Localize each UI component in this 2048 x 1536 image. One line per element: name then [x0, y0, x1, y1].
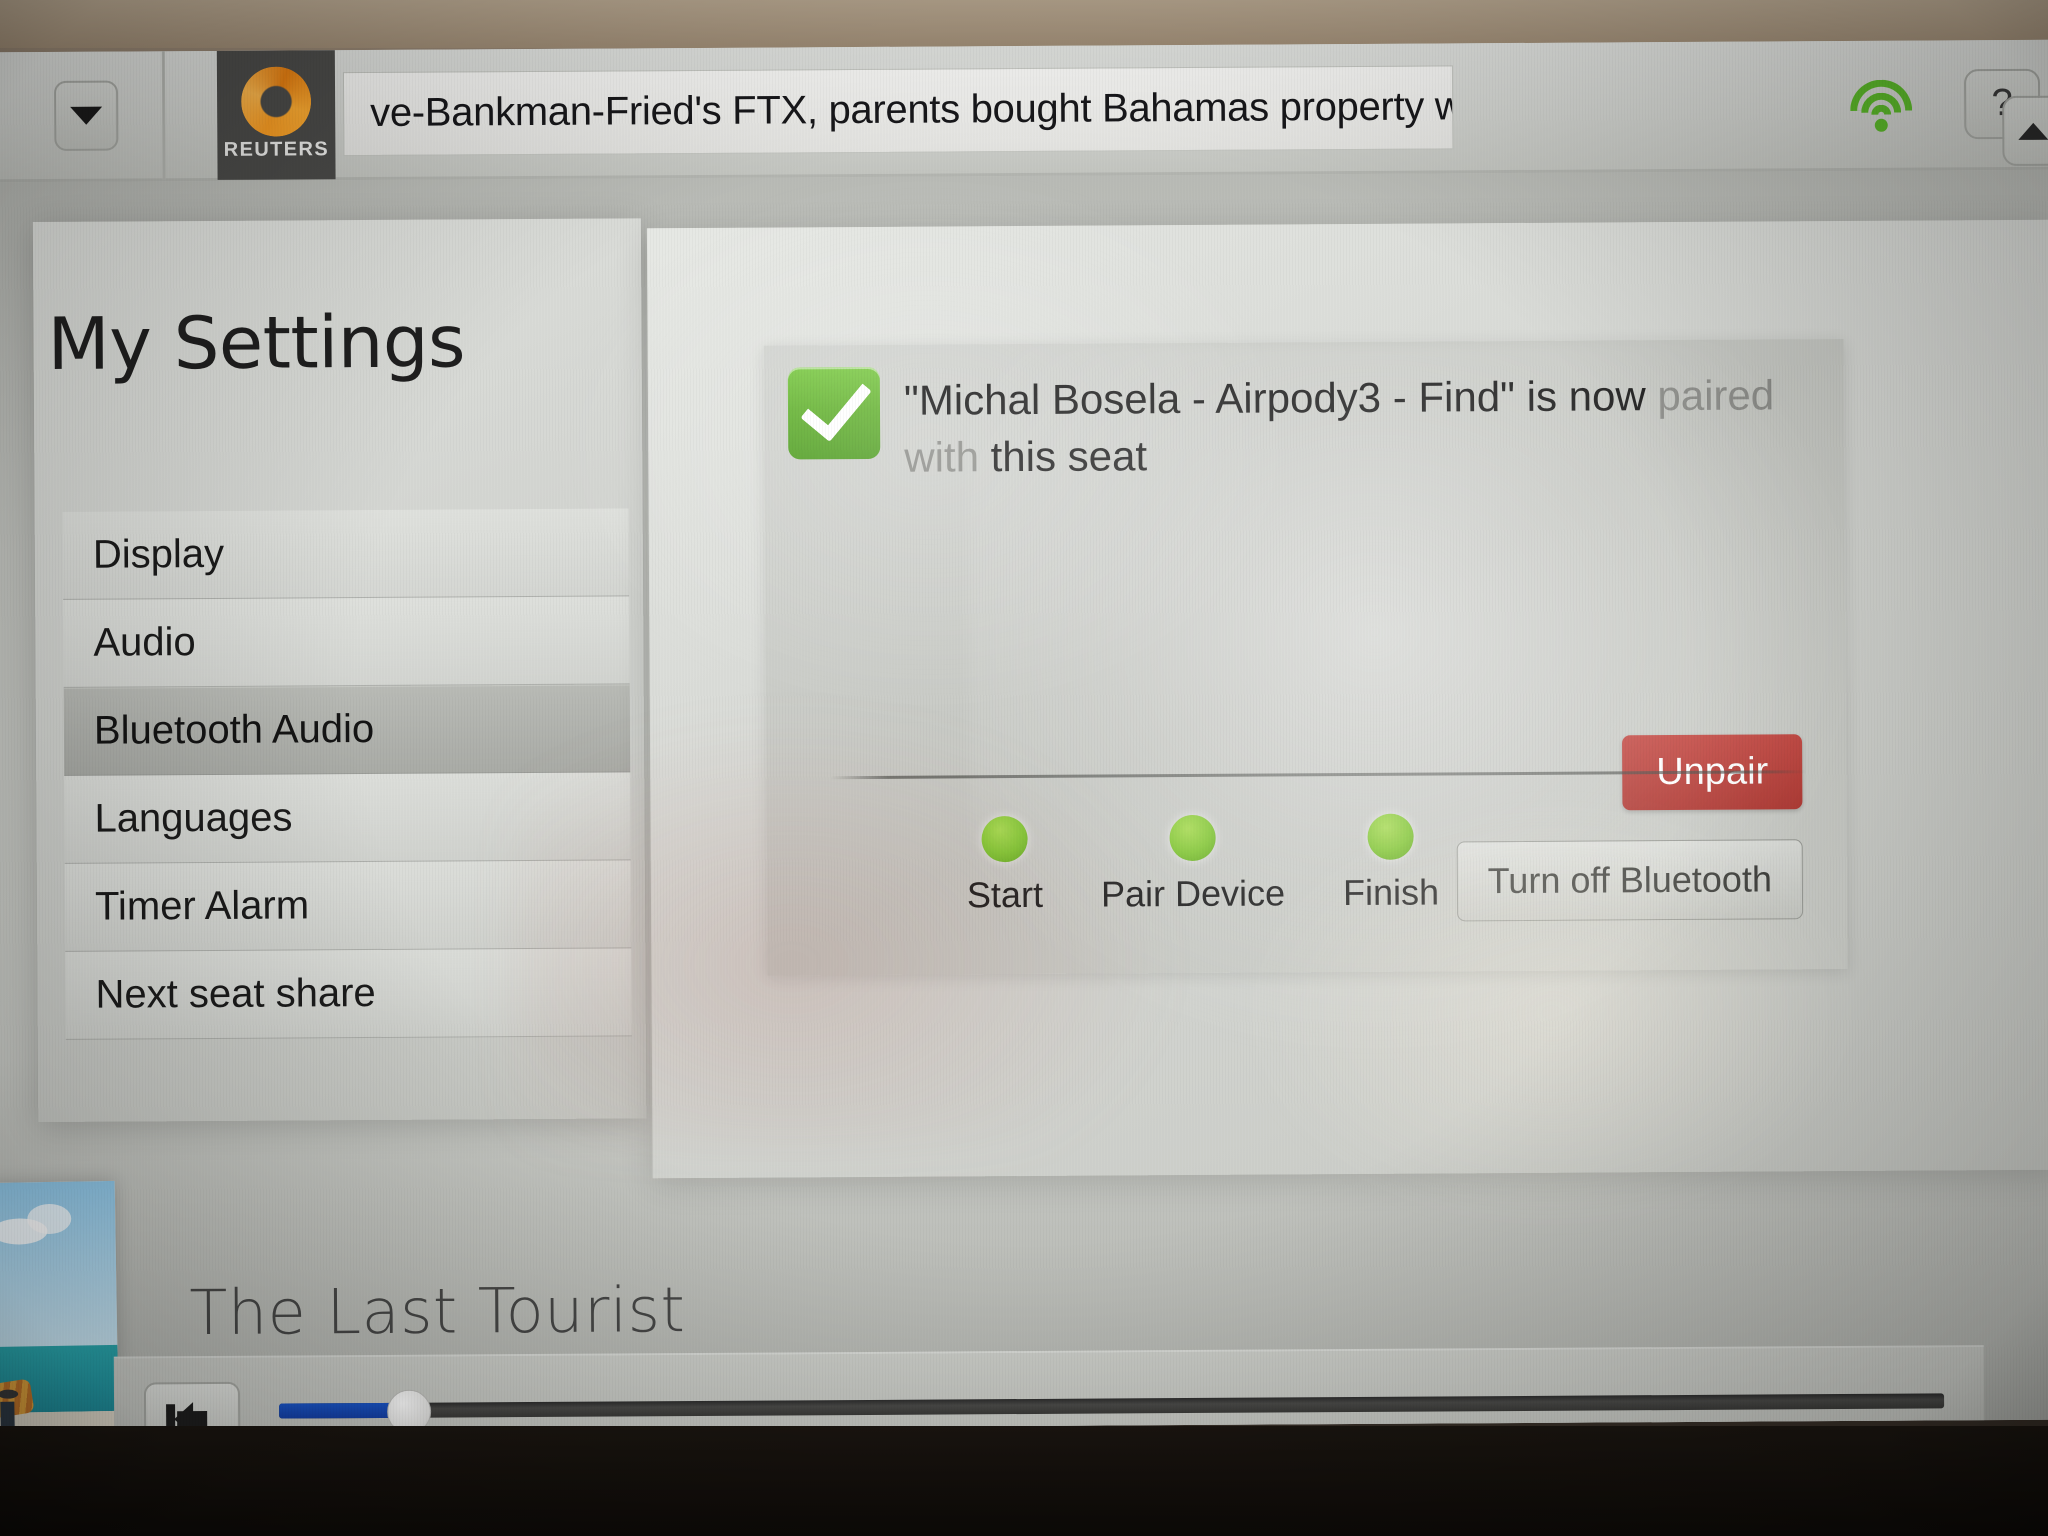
- step-dot-icon: [1367, 813, 1414, 860]
- sidebar-item-timer-alarm[interactable]: Timer Alarm: [64, 860, 632, 952]
- news-ticker-headline: ve-Bankman-Fried's FTX, parents bought B…: [370, 83, 1454, 135]
- green-check-icon: [787, 366, 881, 460]
- step-start[interactable]: Start: [966, 815, 1044, 916]
- reuters-brand-badge[interactable]: REUTERS: [216, 48, 336, 180]
- restart-button[interactable]: [143, 1381, 241, 1433]
- seek-track: [279, 1393, 1945, 1419]
- seek-slider[interactable]: [279, 1389, 1945, 1433]
- step-label: Finish: [1342, 871, 1440, 914]
- sidebar-item-bluetooth-audio[interactable]: Bluetooth Audio: [63, 684, 631, 776]
- movie-poster-thumbnail[interactable]: URIST L ITS WHY A FILM BY TYSON SADLER F…: [0, 1180, 122, 1433]
- sidebar-item-label: Languages: [94, 795, 293, 841]
- paired-message-line2: this seat: [990, 431, 1148, 480]
- sidebar-item-languages[interactable]: Languages: [64, 772, 631, 864]
- sidebar-item-label: Timer Alarm: [94, 883, 310, 929]
- sidebar-item-label: Audio: [93, 620, 196, 665]
- paired-status-message: "Michal Bosela - Airpody3 - Find" is now…: [904, 367, 1785, 486]
- step-dot-icon: [981, 815, 1028, 863]
- status-bar: REUTERS ve-Bankman-Fried's FTX, parents …: [0, 39, 2048, 183]
- chevron-up-icon: [2018, 122, 2048, 140]
- sidebar-item-label: Display: [92, 531, 225, 577]
- news-ticker[interactable]: ve-Bankman-Fried's FTX, parents bought B…: [342, 64, 1454, 156]
- media-player-bar: 08:58 -01:36:19: [113, 1345, 1986, 1433]
- scroll-up-button[interactable]: [2002, 95, 2048, 167]
- wifi-icon[interactable]: [1846, 77, 1916, 132]
- sidebar-item-display[interactable]: Display: [62, 508, 630, 600]
- cabin-wall-bottom: [0, 1426, 2048, 1536]
- step-label: Pair Device: [1100, 872, 1286, 915]
- turn-off-bluetooth-button[interactable]: Turn off Bluetooth: [1456, 839, 1804, 922]
- bluetooth-content-card: "Michal Bosela - Airpody3 - Find" is now…: [646, 219, 2048, 1179]
- ife-screen: URIST L ITS WHY A FILM BY TYSON SADLER F…: [0, 39, 2048, 1433]
- sidebar-item-next-seat-share[interactable]: Next seat share: [65, 948, 632, 1040]
- sidebar-item-audio[interactable]: Audio: [63, 596, 630, 688]
- dropdown-button[interactable]: [53, 80, 119, 151]
- chevron-down-icon: [70, 106, 103, 125]
- step-finish[interactable]: Finish: [1343, 813, 1440, 914]
- paired-message-main: "Michal Bosela - Airpody3 - Find" is now: [903, 372, 1658, 424]
- sidebar-item-label: Next seat share: [95, 970, 376, 1017]
- reuters-brand-name: REUTERS: [223, 138, 330, 161]
- photograph-of-seatback-screen: URIST L ITS WHY A FILM BY TYSON SADLER F…: [0, 0, 2048, 1536]
- step-label: Start: [966, 873, 1044, 916]
- pairing-steps: Start Pair Device Finish: [966, 813, 1439, 916]
- pairing-dialog: "Michal Bosela - Airpody3 - Find" is now…: [763, 338, 1848, 976]
- settings-menu: Display Audio Bluetooth Audio Languages …: [62, 508, 632, 1040]
- progress-row: 08:58 -01:36:19: [114, 1365, 1985, 1433]
- now-playing-title: The Last Tourist: [189, 1273, 686, 1350]
- poster-figure: [0, 1377, 35, 1432]
- settings-panel: My Settings Display Audio Bluetooth Audi…: [32, 218, 647, 1123]
- reuters-logo-icon: [240, 66, 312, 137]
- step-pair-device[interactable]: Pair Device: [1101, 814, 1286, 915]
- sidebar-item-label: Bluetooth Audio: [93, 706, 375, 753]
- page-title: My Settings: [47, 299, 466, 386]
- divider: [161, 49, 166, 180]
- step-dot-icon: [1169, 814, 1216, 862]
